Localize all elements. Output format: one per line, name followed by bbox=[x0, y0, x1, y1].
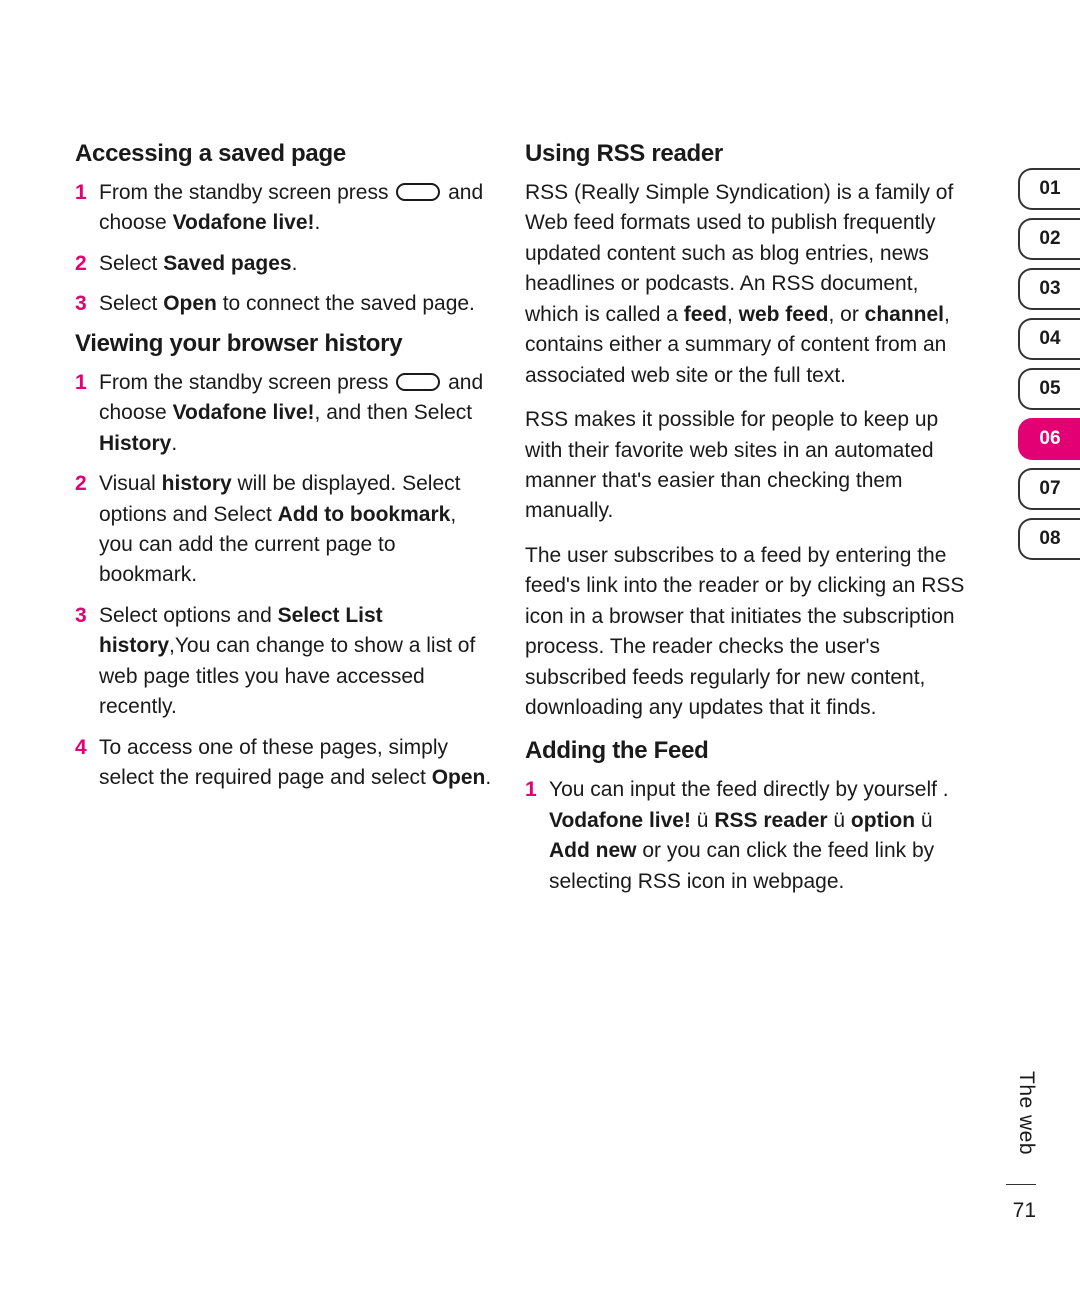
step-number: 4 bbox=[75, 733, 89, 794]
list-history: 1 From the standby screen press and choo… bbox=[75, 368, 495, 794]
heading-adding-feed: Adding the Feed bbox=[525, 737, 965, 765]
step-number: 3 bbox=[75, 601, 89, 723]
step-number: 1 bbox=[75, 178, 89, 239]
heading-rss-reader: Using RSS reader bbox=[525, 140, 965, 168]
chapter-tab-03[interactable]: 03 bbox=[1018, 268, 1080, 310]
page-number: 71 bbox=[1013, 1199, 1036, 1223]
chapter-tab-05[interactable]: 05 bbox=[1018, 368, 1080, 410]
step-text: Visual history will be displayed. Select… bbox=[99, 469, 495, 591]
chapter-tab-04[interactable]: 04 bbox=[1018, 318, 1080, 360]
list-item: 2 Select Saved pages. bbox=[75, 249, 495, 279]
list-item: 3 Select options and Select List history… bbox=[75, 601, 495, 723]
softkey-icon bbox=[396, 373, 440, 391]
paragraph: The user subscribes to a feed by enterin… bbox=[525, 541, 965, 724]
step-text: Select Saved pages. bbox=[99, 249, 495, 279]
list-item: 2 Visual history will be displayed. Sele… bbox=[75, 469, 495, 591]
softkey-icon bbox=[396, 183, 440, 201]
step-text: From the standby screen press and choose… bbox=[99, 368, 495, 459]
chapter-tab-07[interactable]: 07 bbox=[1018, 468, 1080, 510]
chapter-tab-01[interactable]: 01 bbox=[1018, 168, 1080, 210]
list-item: 1 From the standby screen press and choo… bbox=[75, 368, 495, 459]
step-number: 1 bbox=[75, 368, 89, 459]
list-item: 3 Select Open to connect the saved page. bbox=[75, 289, 495, 319]
right-column: Using RSS reader RSS (Really Simple Synd… bbox=[525, 140, 965, 907]
chapter-tabs: 01 02 03 04 05 06 07 08 bbox=[1018, 168, 1080, 560]
step-number: 3 bbox=[75, 289, 89, 319]
left-column: Accessing a saved page 1 From the standb… bbox=[75, 140, 495, 907]
list-item: 1 You can input the feed directly by you… bbox=[525, 775, 965, 897]
chapter-tab-08[interactable]: 08 bbox=[1018, 518, 1080, 560]
list-adding-feed: 1 You can input the feed directly by you… bbox=[525, 775, 965, 897]
chapter-tab-06[interactable]: 06 bbox=[1018, 418, 1080, 460]
paragraph: RSS (Really Simple Syndication) is a fam… bbox=[525, 178, 965, 391]
section-label: The web bbox=[1014, 1071, 1038, 1155]
step-text: Select options and Select List history,Y… bbox=[99, 601, 495, 723]
paragraph: RSS makes it possible for people to keep… bbox=[525, 405, 965, 527]
section-rule bbox=[1006, 1184, 1036, 1185]
list-accessing: 1 From the standby screen press and choo… bbox=[75, 178, 495, 320]
step-number: 2 bbox=[75, 469, 89, 591]
step-text: From the standby screen press and choose… bbox=[99, 178, 495, 239]
chapter-tab-02[interactable]: 02 bbox=[1018, 218, 1080, 260]
step-number: 1 bbox=[525, 775, 539, 897]
list-item: 4 To access one of these pages, simply s… bbox=[75, 733, 495, 794]
step-text: To access one of these pages, simply sel… bbox=[99, 733, 495, 794]
list-item: 1 From the standby screen press and choo… bbox=[75, 178, 495, 239]
step-text: You can input the feed directly by yours… bbox=[549, 775, 965, 897]
step-text: Select Open to connect the saved page. bbox=[99, 289, 495, 319]
step-number: 2 bbox=[75, 249, 89, 279]
heading-accessing-saved-page: Accessing a saved page bbox=[75, 140, 495, 168]
heading-browser-history: Viewing your browser history bbox=[75, 330, 495, 358]
